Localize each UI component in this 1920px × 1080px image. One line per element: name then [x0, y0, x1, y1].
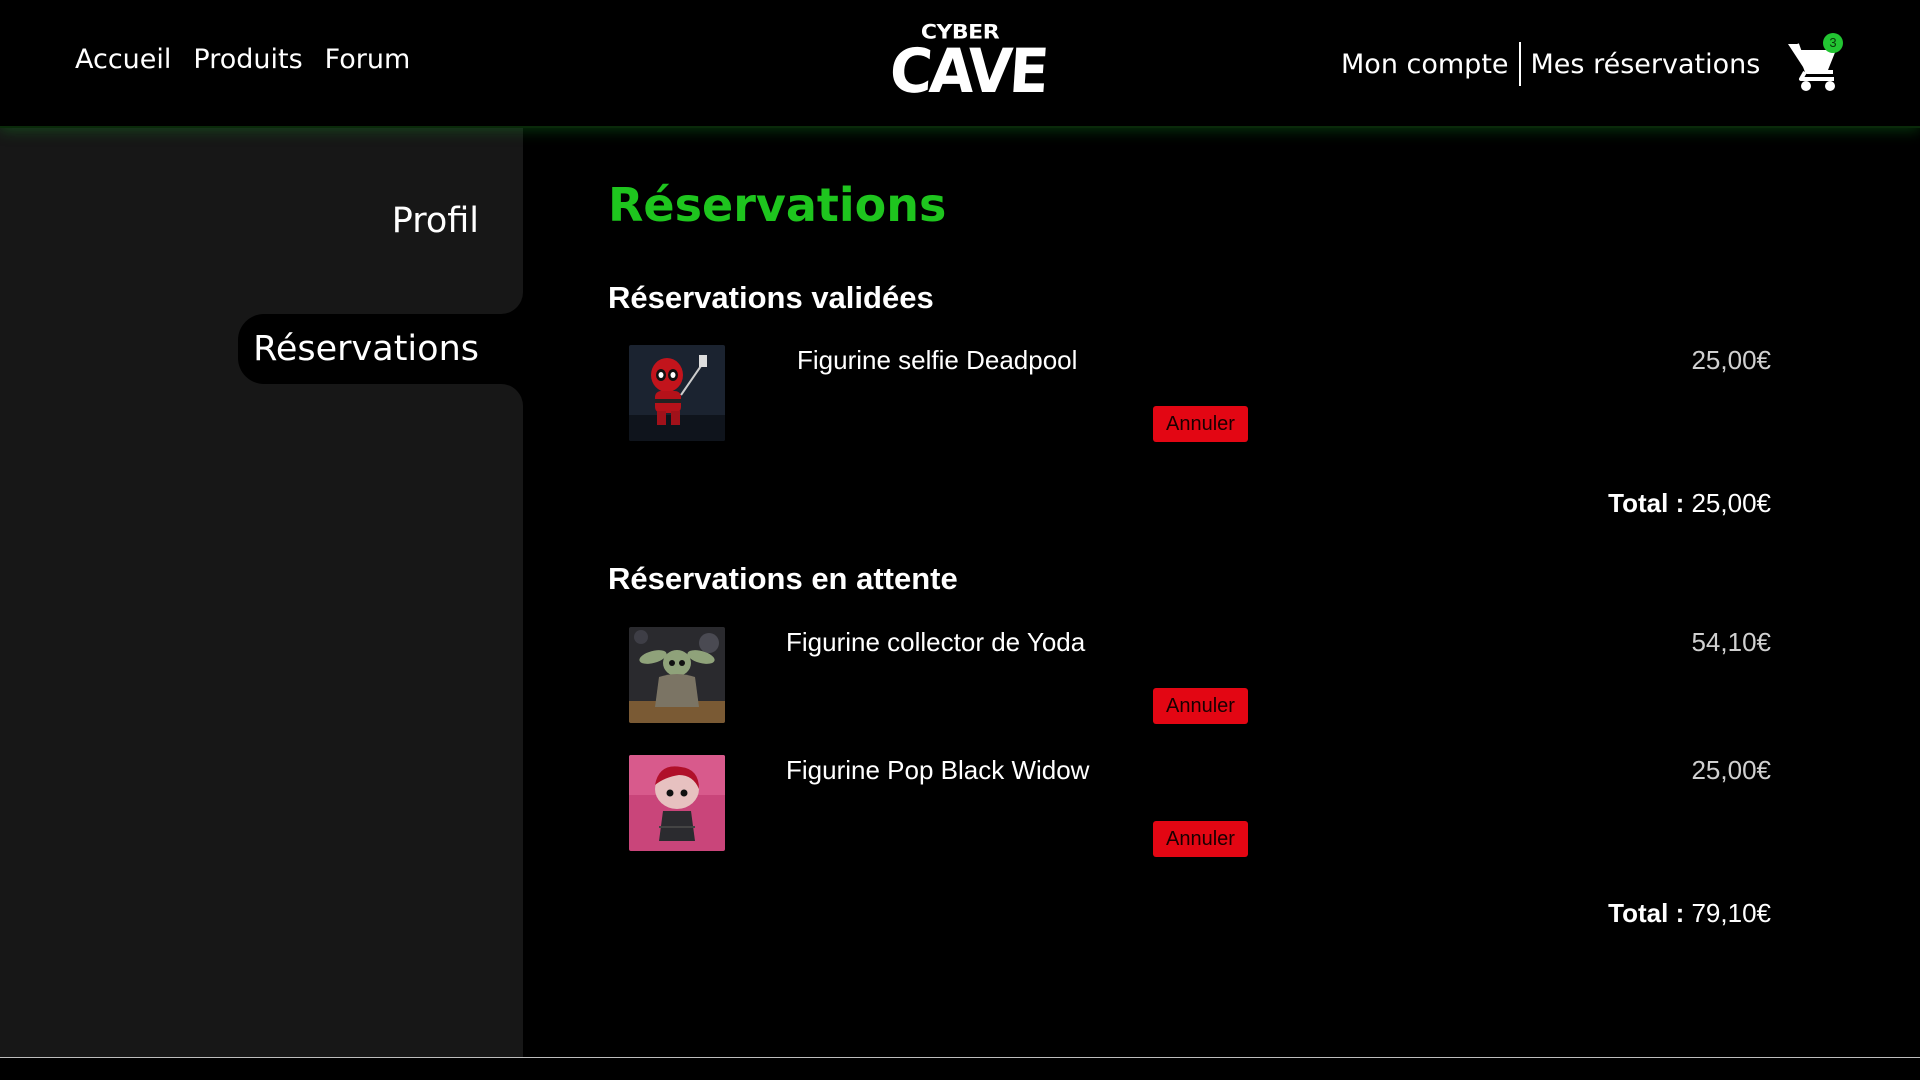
mon-compte-link[interactable]: Mon compte	[1341, 49, 1509, 80]
cancel-button[interactable]: Annuler	[1153, 688, 1248, 724]
item-name: Figurine collector de Yoda	[786, 627, 1086, 657]
item-price: 54,10€	[1691, 627, 1771, 657]
cancel-button[interactable]: Annuler	[1153, 406, 1248, 442]
item-name: Figurine Pop Black Widow	[786, 755, 1090, 785]
total-label: Total :	[1608, 898, 1685, 928]
total-value: 25,00€	[1691, 488, 1771, 518]
total-label: Total :	[1608, 488, 1685, 518]
account-nav: Mon compte Mes réservations	[1341, 42, 1760, 86]
mes-reservations-link[interactable]: Mes réservations	[1531, 49, 1761, 80]
sidebar-item-profil[interactable]: Profil	[223, 186, 523, 256]
logo-bottom-text: CAVE	[887, 35, 1049, 107]
cyber-cave-logo[interactable]: CYBER CAVE	[887, 22, 1049, 108]
yoda-thumbnail[interactable]	[629, 627, 725, 723]
validated-total: Total : 25,00€	[1608, 488, 1771, 519]
page-title: Réservations	[608, 178, 947, 232]
total-value: 79,10€	[1691, 898, 1771, 928]
nav-forum-link[interactable]: Forum	[325, 44, 411, 75]
pending-total: Total : 79,10€	[1608, 898, 1771, 929]
item-price: 25,00€	[1691, 345, 1771, 375]
active-tab-curve-bottom	[499, 384, 523, 410]
black-widow-thumbnail[interactable]	[629, 755, 725, 851]
main-nav: Accueil Produits Forum	[75, 44, 410, 75]
account-sidebar: Profil Réservations	[0, 128, 523, 1057]
nav-divider	[1518, 42, 1521, 86]
sidebar-item-label: Profil	[391, 201, 479, 241]
deadpool-thumbnail[interactable]	[629, 345, 725, 441]
validated-section-title: Réservations validées	[608, 280, 934, 315]
sidebar-item-reservations[interactable]: Réservations	[238, 314, 523, 384]
cancel-button[interactable]: Annuler	[1153, 821, 1248, 857]
item-name: Figurine selfie Deadpool	[797, 345, 1078, 375]
sidebar-item-label: Réservations	[253, 329, 479, 369]
reservations-panel: Réservations Réservations validées Figur…	[523, 128, 1920, 1057]
nav-produits-link[interactable]: Produits	[193, 44, 302, 75]
pending-section-title: Réservations en attente	[608, 561, 958, 596]
active-tab-curve-top	[499, 288, 523, 314]
footer-divider	[0, 1057, 1920, 1080]
top-header: Accueil Produits Forum CYBER CAVE Mon co…	[0, 0, 1920, 128]
item-price: 25,00€	[1691, 755, 1771, 785]
cart-count-badge: 3	[1823, 33, 1843, 53]
nav-accueil-link[interactable]: Accueil	[75, 44, 171, 75]
